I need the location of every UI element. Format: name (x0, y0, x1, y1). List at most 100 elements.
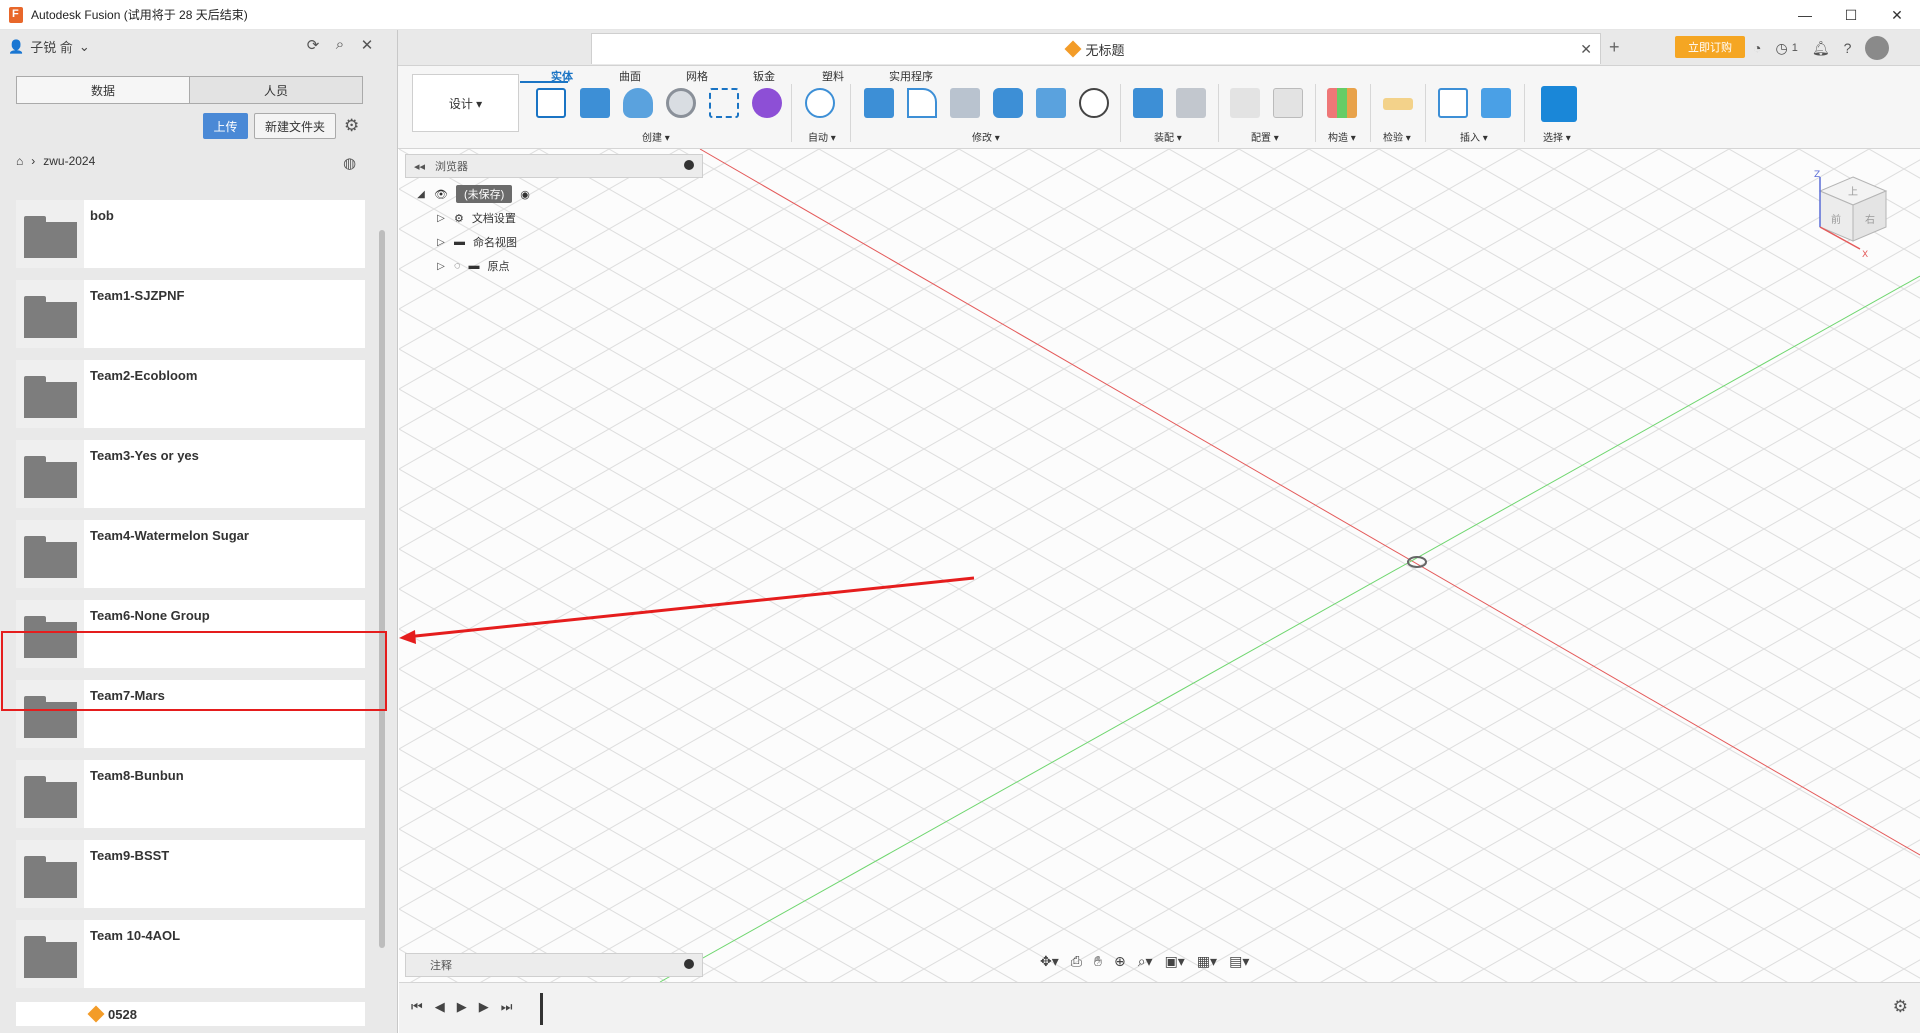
close-button[interactable]: ✕ (1874, 0, 1920, 30)
view-cube[interactable]: 上 前 右 Z X (1812, 169, 1894, 259)
hole-icon[interactable] (666, 88, 696, 118)
display-settings-icon[interactable]: ▣▾ (1165, 953, 1185, 970)
combine-icon[interactable] (1036, 88, 1066, 118)
folder-item[interactable]: Team 10-4AOL (16, 920, 365, 988)
subscribe-button[interactable]: 立即订购 (1675, 36, 1745, 58)
expand-arrow-icon[interactable]: ▷ (436, 261, 446, 272)
chamfer-icon[interactable] (950, 88, 980, 118)
create-sketch-icon[interactable] (536, 88, 566, 118)
expand-arrow-icon[interactable]: ◢ (416, 189, 426, 200)
offset-plane-icon[interactable] (1327, 88, 1357, 118)
folder-item[interactable]: Team2-Ecobloom (16, 360, 365, 428)
tab-plastic[interactable]: 塑料 (822, 68, 844, 84)
minimize-browser-icon[interactable] (684, 160, 694, 170)
design-item[interactable]: 0528 (16, 1002, 365, 1026)
construct-group-label[interactable]: 构造 ▾ (1328, 129, 1356, 144)
globe-icon[interactable]: ◍ (343, 154, 356, 172)
expand-arrow-icon[interactable]: ▷ (436, 213, 446, 224)
gear-icon[interactable]: ⚙ (1893, 997, 1908, 1017)
extensions-icon[interactable]: ◔ (1753, 40, 1761, 56)
modify-group-label[interactable]: 修改 ▾ (972, 129, 1000, 144)
play-icon[interactable]: ▶ (457, 999, 467, 1015)
root-component[interactable]: (未保存) (455, 185, 513, 203)
fillet-icon[interactable] (907, 88, 937, 118)
folder-item[interactable]: bob (16, 200, 365, 268)
step-forward-icon[interactable]: ▶︎ (479, 999, 489, 1015)
press-pull-icon[interactable] (864, 88, 894, 118)
form-icon[interactable] (752, 88, 782, 118)
new-tab-button[interactable]: + (1609, 37, 1620, 58)
fit-icon[interactable]: ⌕▾ (1138, 953, 1153, 970)
joint-icon[interactable] (1176, 88, 1206, 118)
assemble-group-label[interactable]: 装配 ▾ (1154, 129, 1182, 144)
insert-group-label[interactable]: 插入 ▾ (1460, 129, 1488, 144)
tree-item[interactable]: ▷ ▬ 命名视图 (416, 230, 530, 254)
revolve-icon[interactable] (623, 88, 653, 118)
folder-item[interactable]: Team4-Watermelon Sugar (16, 520, 365, 588)
tree-item[interactable]: ▷ ◌ ▬ 原点 (416, 254, 530, 278)
automate-group-label[interactable]: 自动 ▾ (808, 129, 836, 144)
bell-icon[interactable]: 🔔︎ (1812, 40, 1830, 57)
tab-utilities[interactable]: 实用程序 (889, 68, 933, 84)
tree-root[interactable]: ◢ 👁︎ (未保存) ◉ (416, 182, 530, 206)
folder-list-scrollbar[interactable] (379, 230, 385, 948)
table-icon[interactable] (1273, 88, 1303, 118)
maximize-button[interactable]: ☐ (1828, 0, 1874, 30)
configure-icon[interactable] (1230, 88, 1260, 118)
breadcrumb-project[interactable]: zwu-2024 (43, 154, 95, 168)
tab-people[interactable]: 人员 (190, 77, 362, 103)
home-icon[interactable]: ⌂ (16, 154, 23, 168)
upload-button[interactable]: 上传 (203, 113, 248, 139)
refresh-icon[interactable]: ⟳ (305, 36, 321, 54)
tab-data[interactable]: 数据 (17, 77, 190, 103)
close-tab-icon[interactable]: ✕ (1580, 41, 1592, 58)
pattern-icon[interactable] (709, 88, 739, 118)
job-status-icon[interactable]: ◷ (1775, 40, 1787, 57)
collapse-browser-icon[interactable]: ◂◂ (414, 160, 425, 173)
automate-icon[interactable] (805, 88, 835, 118)
shell-icon[interactable] (993, 88, 1023, 118)
eye-icon[interactable]: 👁︎ (434, 188, 448, 201)
extrude-icon[interactable] (580, 88, 610, 118)
pan-icon[interactable]: ✋︎ (1094, 953, 1102, 970)
orbit-icon[interactable]: ✥▾ (1040, 953, 1059, 970)
tab-sheet-metal[interactable]: 钣金 (753, 68, 775, 84)
configure-group-label[interactable]: 配置 ▾ (1251, 129, 1279, 144)
folder-item[interactable]: Team3-Yes or yes (16, 440, 365, 508)
viewports-icon[interactable]: ▤▾ (1229, 953, 1249, 970)
inspect-group-label[interactable]: 检验 ▾ (1383, 129, 1411, 144)
3d-viewport[interactable] (399, 149, 1920, 982)
new-folder-button[interactable]: 新建文件夹 (254, 113, 336, 139)
expand-arrow-icon[interactable]: ▷ (436, 237, 446, 248)
tab-mesh[interactable]: 网格 (686, 68, 708, 84)
measure-icon[interactable] (1383, 98, 1413, 110)
eye-hidden-icon[interactable]: ◌ (454, 260, 461, 272)
select-icon[interactable] (1541, 86, 1577, 122)
search-icon[interactable]: ⌕ (332, 36, 348, 54)
step-back-icon[interactable]: ◀ (435, 999, 445, 1015)
document-tab[interactable]: 无标题 ✕ (591, 33, 1601, 64)
look-at-icon[interactable]: ⎙ (1071, 953, 1082, 970)
add-comment-icon[interactable] (684, 959, 694, 969)
create-group-label[interactable]: 创建 ▾ (642, 129, 670, 144)
timeline-marker[interactable] (540, 993, 543, 1025)
zoom-icon[interactable]: ⊕ (1114, 953, 1126, 970)
activate-icon[interactable]: ◉ (520, 188, 530, 201)
new-component-icon[interactable] (1133, 88, 1163, 118)
user-menu[interactable]: 👤 子锐 俞 ⌄ (8, 37, 90, 56)
tab-surface[interactable]: 曲面 (619, 68, 641, 84)
insert-link-icon[interactable] (1438, 88, 1468, 118)
move-icon[interactable] (1079, 88, 1109, 118)
help-icon[interactable]: ? (1844, 40, 1852, 56)
select-group-label[interactable]: 选择 ▾ (1543, 129, 1571, 144)
folder-item[interactable]: Team8-Bunbun (16, 760, 365, 828)
folder-item[interactable]: Team9-BSST (16, 840, 365, 908)
tree-item[interactable]: ▷ ⚙ 文档设置 (416, 206, 530, 230)
workspace-switcher[interactable]: 设计 ▾ (412, 74, 519, 132)
folder-item[interactable]: Team1-SJZPNF (16, 280, 365, 348)
insert-image-icon[interactable] (1481, 88, 1511, 118)
avatar[interactable] (1865, 36, 1890, 60)
close-icon[interactable]: ✕ (359, 36, 375, 54)
gear-icon[interactable]: ⚙ (344, 116, 359, 136)
go-to-end-icon[interactable]: ⏭ (501, 999, 513, 1015)
